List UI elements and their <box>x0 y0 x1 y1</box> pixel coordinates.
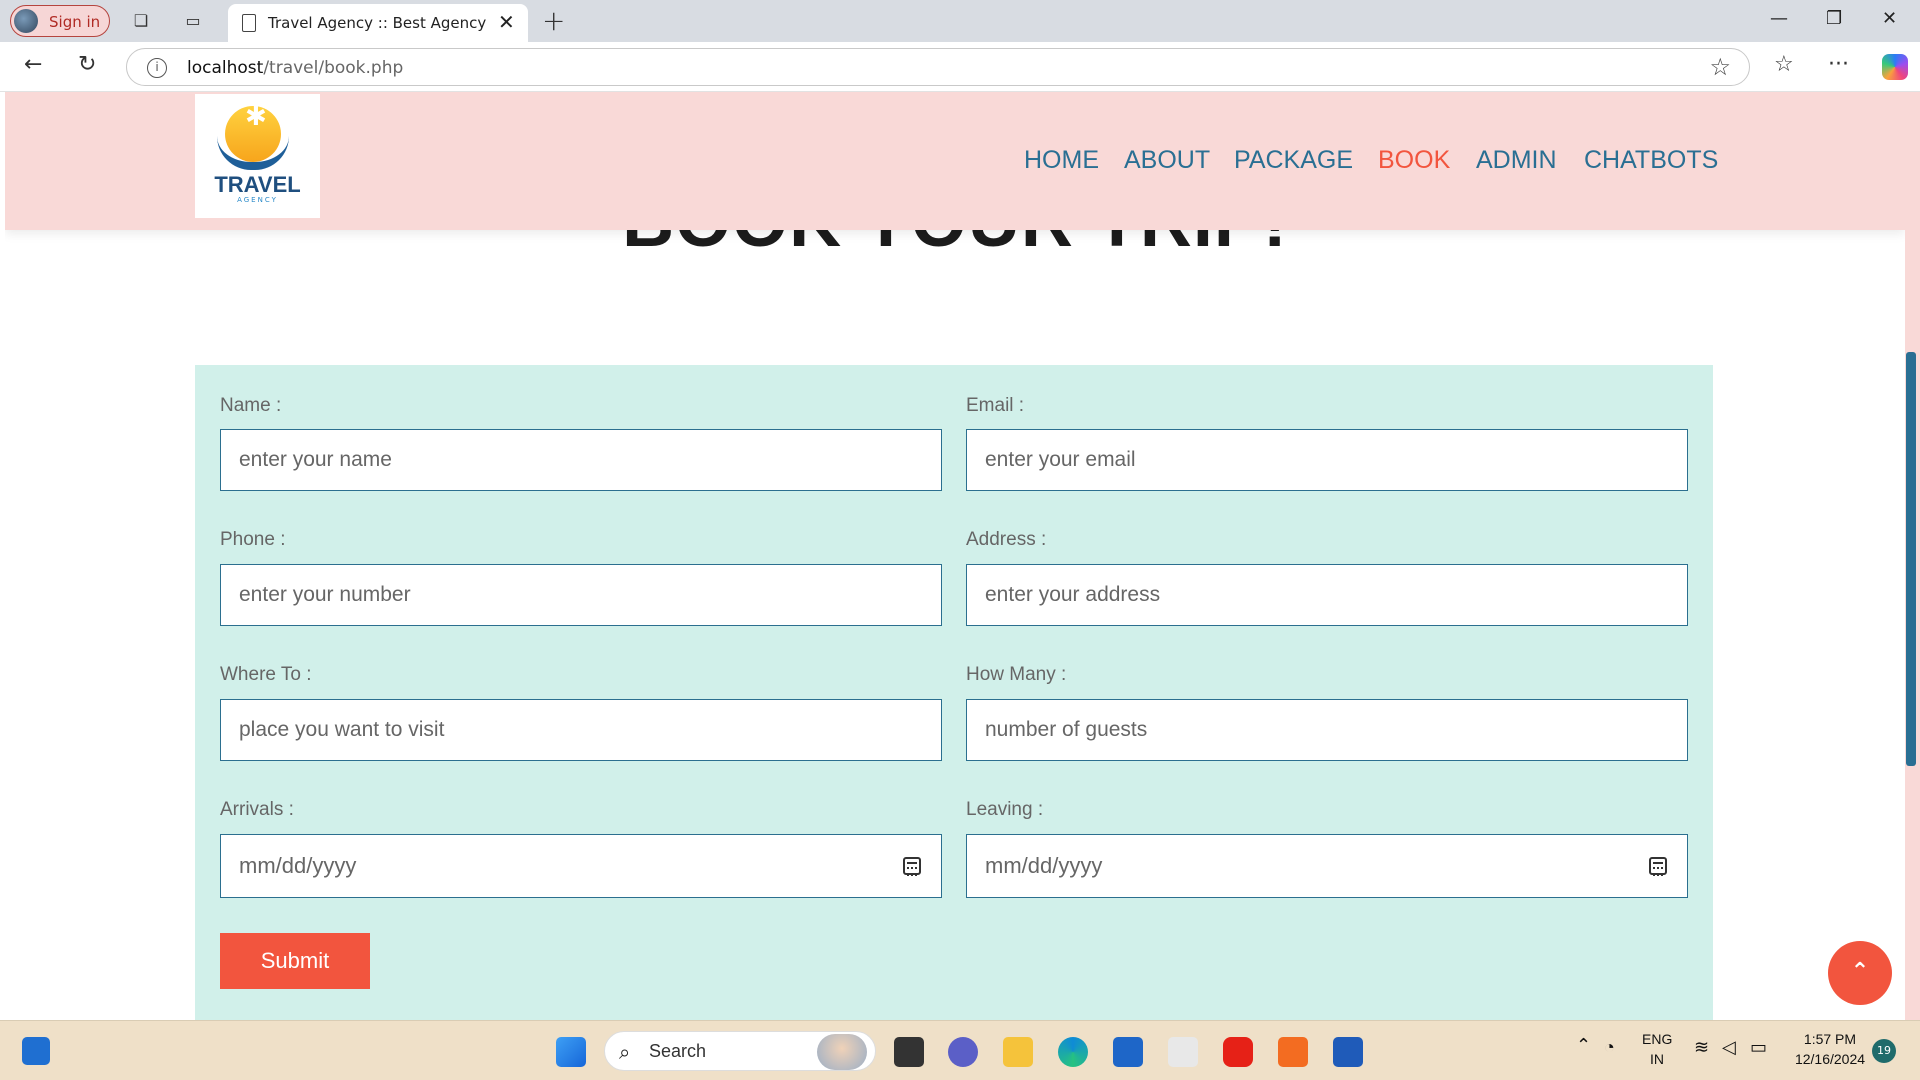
start-windows-icon[interactable] <box>556 1037 586 1067</box>
leaving-label: Leaving : <box>966 799 1044 820</box>
notification-badge[interactable]: 19 <box>1872 1039 1896 1063</box>
arrivals-label: Arrivals : <box>220 799 294 820</box>
back-arrow-icon[interactable]: ← <box>24 52 42 77</box>
show-hidden-icons-icon[interactable]: ⌃ <box>1576 1035 1591 1056</box>
workspaces-icon[interactable]: ❏ <box>130 10 152 32</box>
task-view-icon[interactable] <box>894 1037 924 1067</box>
taskbar-search[interactable]: ⌕ Search <box>604 1031 876 1071</box>
close-tab-icon[interactable]: ✕ <box>498 10 515 34</box>
clock-time[interactable]: 1:57 PM <box>1790 1031 1870 1047</box>
where-label: Where To : <box>220 664 312 685</box>
file-explorer-icon[interactable] <box>1003 1037 1033 1067</box>
word-icon[interactable] <box>1333 1037 1363 1067</box>
phone-label: Phone : <box>220 529 286 550</box>
nav-book[interactable]: BOOK <box>1378 146 1450 175</box>
phone-input[interactable] <box>220 564 942 626</box>
booking-form: Name : Email : Phone : Address : Where T… <box>195 365 1713 1020</box>
search-highlight-image <box>817 1034 867 1070</box>
new-tab-icon[interactable]: + <box>542 4 565 37</box>
kiet-app-icon[interactable] <box>1168 1037 1198 1067</box>
close-window-icon[interactable]: ✕ <box>1882 8 1897 29</box>
calendar-icon[interactable] <box>1649 857 1667 876</box>
guests-label: How Many : <box>966 664 1067 685</box>
calendar-icon[interactable] <box>903 857 921 876</box>
site-header: ✱ TRAVEL AGENCY HOME ABOUT PACKAGE BOOK … <box>5 92 1905 230</box>
name-label: Name : <box>220 395 282 416</box>
nav-home[interactable]: HOME <box>1024 146 1099 175</box>
language-top[interactable]: ENG <box>1642 1031 1672 1047</box>
edge-browser-icon[interactable] <box>1058 1037 1088 1067</box>
name-input[interactable] <box>220 429 942 491</box>
minimize-icon[interactable]: — <box>1770 8 1788 29</box>
taskbar-search-label: Search <box>649 1041 707 1061</box>
network-status-icon[interactable]: ◔ <box>1604 1037 1615 1058</box>
tab-title: Travel Agency :: Best Agency <box>268 14 487 32</box>
microsoft-store-icon[interactable] <box>1113 1037 1143 1067</box>
scroll-to-top-button[interactable]: ⌃ <box>1828 941 1892 1005</box>
favorite-star-icon[interactable]: ☆ <box>1709 53 1731 81</box>
clock-date[interactable]: 12/16/2024 <box>1790 1051 1870 1067</box>
language-bottom[interactable]: IN <box>1642 1051 1672 1067</box>
youtube-icon[interactable] <box>1223 1037 1253 1067</box>
windows-taskbar: ⌕ Search ⌃ ◔ ENG IN ≋ ◁ ▭ 1:57 PM 12/16/… <box>0 1020 1920 1080</box>
widgets-icon[interactable] <box>22 1037 50 1065</box>
web-page: ✱ TRAVEL AGENCY HOME ABOUT PACKAGE BOOK … <box>5 92 1905 1020</box>
logo-sub-text: AGENCY <box>237 196 278 204</box>
page-icon <box>242 14 256 32</box>
logo-wave-icon <box>217 136 289 170</box>
address-toolbar: ← ↻ i localhost/travel/book.php ☆ ☆ ··· <box>0 42 1920 92</box>
address-bar[interactable]: i localhost/travel/book.php ☆ <box>126 48 1750 86</box>
copilot-icon[interactable] <box>1882 54 1908 80</box>
scrollbar-thumb[interactable] <box>1906 352 1916 766</box>
xampp-icon[interactable] <box>1278 1037 1308 1067</box>
email-input[interactable] <box>966 429 1688 491</box>
nav-admin[interactable]: ADMIN <box>1476 146 1557 175</box>
url-text: localhost/travel/book.php <box>187 58 404 78</box>
logo-brand-text: TRAVEL <box>214 172 301 197</box>
nav-about[interactable]: ABOUT <box>1124 146 1210 175</box>
site-logo[interactable]: ✱ TRAVEL AGENCY <box>195 94 320 218</box>
browser-tab-bar: Sign in ❏ ▭ Travel Agency :: Best Agency… <box>0 0 1920 42</box>
leaving-date-placeholder: mm/dd/yyyy <box>985 853 1103 878</box>
nav-chatbots[interactable]: CHATBOTS <box>1584 146 1718 175</box>
volume-icon[interactable]: ◁ <box>1722 1037 1736 1058</box>
leaving-date-input[interactable]: mm/dd/yyyy <box>966 834 1688 898</box>
avatar <box>14 9 38 33</box>
email-label: Email : <box>966 395 1025 416</box>
logo-palm-icon: ✱ <box>245 102 267 132</box>
signin-label: Sign in <box>49 13 101 31</box>
vertical-tabs-icon[interactable]: ▭ <box>182 10 204 32</box>
where-input[interactable] <box>220 699 942 761</box>
arrivals-date-input[interactable]: mm/dd/yyyy <box>220 834 942 898</box>
favorites-icon[interactable]: ☆ <box>1774 52 1794 77</box>
address-label: Address : <box>966 529 1047 550</box>
address-input[interactable] <box>966 564 1688 626</box>
nav-package[interactable]: PACKAGE <box>1234 146 1353 175</box>
search-icon: ⌕ <box>619 1040 631 1064</box>
refresh-icon[interactable]: ↻ <box>78 52 96 77</box>
guests-input[interactable] <box>966 699 1688 761</box>
more-menu-icon[interactable]: ··· <box>1828 52 1849 77</box>
arrivals-date-placeholder: mm/dd/yyyy <box>239 853 357 878</box>
battery-icon[interactable]: ▭ <box>1750 1037 1767 1058</box>
teams-icon[interactable] <box>948 1037 978 1067</box>
wifi-icon[interactable]: ≋ <box>1694 1037 1709 1058</box>
site-info-icon[interactable]: i <box>147 58 167 78</box>
profile-signin-button[interactable]: Sign in <box>10 5 110 37</box>
restore-icon[interactable]: ❐ <box>1826 8 1842 29</box>
submit-button[interactable]: Submit <box>220 933 370 989</box>
tab-active[interactable]: Travel Agency :: Best Agency ✕ <box>228 4 528 42</box>
